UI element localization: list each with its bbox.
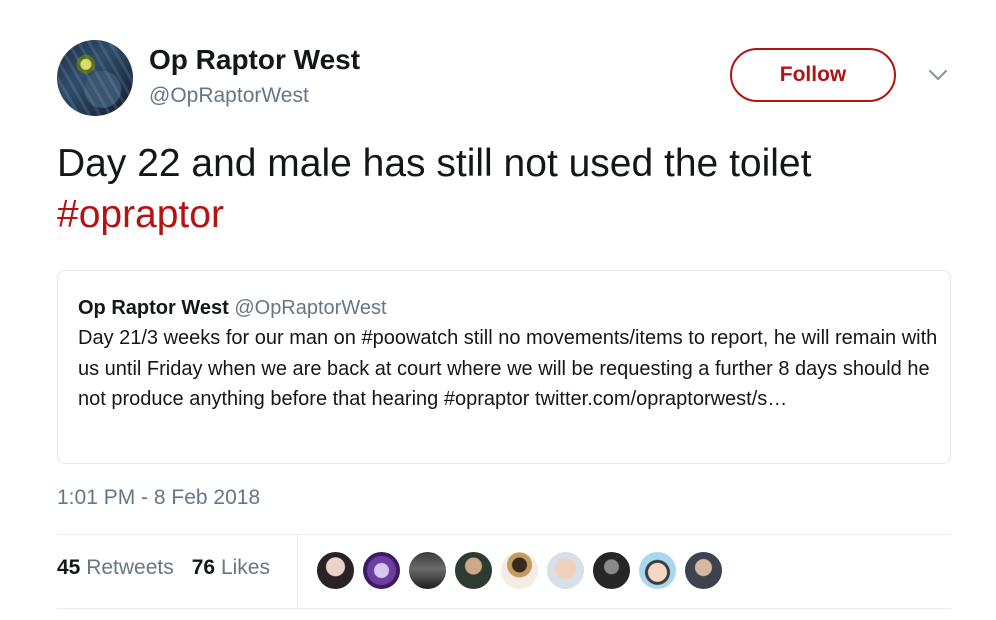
liker-avatar[interactable] [408,551,447,590]
retweets-label: Retweets [86,556,174,579]
liker-avatar[interactable] [684,551,723,590]
quoted-author-name: Op Raptor West [78,297,229,319]
liker-avatar[interactable] [316,551,355,590]
likes-count: 76 [191,556,216,579]
stats-separator [297,535,298,608]
engagement-stats: 45 Retweets 76 Likes [57,556,270,580]
author-name[interactable]: Op Raptor West [149,44,360,76]
tweet-hashtag-link[interactable]: #opraptor [57,189,957,240]
tweet-timestamp[interactable]: 1:01 PM - 8 Feb 2018 [57,486,260,510]
likers-avatars [316,551,723,590]
retweets-count: 45 [57,556,81,579]
liker-avatar[interactable] [500,551,539,590]
quoted-tweet-text: Day 21/3 weeks for our man on #poowatch … [78,327,938,410]
liker-avatar[interactable] [546,551,585,590]
divider [57,608,951,609]
tweet-text: Day 22 and male has still not used the t… [57,138,957,240]
quoted-author-handle: @OpRaptorWest [234,297,387,319]
divider [57,534,951,535]
quoted-tweet-header: Op Raptor West @OpRaptorWest [78,293,930,323]
liker-avatar[interactable] [592,551,631,590]
chevron-down-icon[interactable] [928,68,948,82]
author-handle[interactable]: @OpRaptorWest [149,84,309,108]
tweet-body: Day 22 and male has still not used the t… [57,142,812,185]
quoted-tweet-card[interactable]: Op Raptor West @OpRaptorWest Day 21/3 we… [57,270,951,464]
liker-avatar[interactable] [362,551,401,590]
liker-avatar[interactable] [638,551,677,590]
author-avatar[interactable] [57,40,133,116]
likes-stat[interactable]: 76 Likes [192,556,270,580]
likes-label: Likes [220,556,270,579]
retweets-stat[interactable]: 45 Retweets [57,556,174,580]
follow-button[interactable]: Follow [730,48,896,102]
liker-avatar[interactable] [454,551,493,590]
